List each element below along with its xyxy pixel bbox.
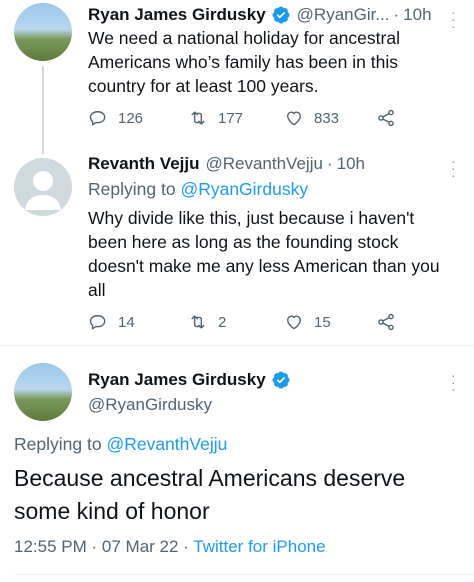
reply-button[interactable]: 126 — [88, 108, 143, 128]
like-button[interactable]: 15 — [284, 312, 331, 332]
replying-to: Replying to @RyanGirdusky — [88, 177, 458, 201]
tweet3-text: Because ancestral Americans deserve some… — [14, 465, 406, 524]
tweet3-meta: 12:55 PM · 07 Mar 22 · Twitter for iPhon… — [14, 537, 464, 557]
reply-count: 126 — [118, 109, 144, 127]
share-icon — [376, 312, 406, 332]
tweet1-actions: 126 177 833 — [88, 108, 418, 132]
thread-line — [42, 66, 44, 154]
tweet2-actions: 14 2 15 — [88, 312, 418, 336]
tweet-time[interactable]: 10h — [337, 154, 365, 174]
avatar-ryan[interactable] — [14, 363, 72, 421]
tweet-time[interactable]: 10h — [403, 5, 431, 25]
replying-to-prefix: Replying to — [14, 434, 102, 454]
like-count: 15 — [314, 313, 331, 331]
tweet-source-link[interactable]: Twitter for iPhone — [193, 537, 325, 556]
reply-count: 14 — [118, 313, 135, 331]
default-avatar-icon — [25, 171, 61, 210]
divider — [0, 345, 474, 346]
reply-button[interactable]: 14 — [88, 312, 135, 332]
like-button[interactable]: 833 — [284, 108, 339, 128]
replying-to: Replying to @RevanthVejju — [14, 432, 454, 456]
tweet-date[interactable]: 07 Mar 22 — [102, 537, 179, 556]
retweet-button[interactable]: 177 — [188, 108, 243, 128]
tweet2-text: Why divide like this, just because i hav… — [88, 208, 440, 300]
author-handle[interactable]: @RyanGirdusky — [88, 395, 212, 415]
author-handle[interactable]: @RevanthVejju — [205, 154, 322, 174]
retweet-icon — [188, 108, 218, 128]
share-icon — [376, 108, 406, 128]
replying-to-link[interactable]: @RyanGirdusky — [180, 179, 308, 199]
avatar-ryan[interactable] — [14, 3, 72, 61]
retweet-button[interactable]: 2 — [188, 312, 226, 332]
author-name[interactable]: Ryan James Girdusky — [88, 5, 266, 25]
verified-badge-icon — [271, 370, 291, 390]
replying-to-prefix: Replying to — [88, 179, 176, 199]
verified-badge-icon — [271, 5, 291, 25]
tweet1-text: We need a national holiday for ancestral… — [88, 28, 400, 96]
author-handle[interactable]: @RyanGir... — [297, 5, 390, 25]
tweet3-header: Ryan James Girdusky — [88, 368, 428, 392]
tweet2-header: Revanth Vejju @RevanthVejju · 10h — [88, 152, 458, 176]
share-button[interactable] — [376, 312, 406, 332]
retweet-icon — [188, 312, 218, 332]
tweet-time[interactable]: 12:55 PM — [14, 537, 87, 556]
retweet-count: 2 — [218, 313, 227, 331]
heart-icon — [284, 108, 314, 128]
separator-dot: · — [326, 154, 333, 173]
like-count: 833 — [314, 109, 340, 127]
author-name[interactable]: Revanth Vejju — [88, 154, 199, 174]
retweet-count: 177 — [218, 109, 244, 127]
reply-icon — [88, 108, 118, 128]
reply-icon — [88, 312, 118, 332]
divider — [14, 574, 474, 575]
author-name[interactable]: Ryan James Girdusky — [88, 370, 266, 390]
share-button[interactable] — [376, 108, 406, 128]
tweet1-header: Ryan James Girdusky @RyanGir... · 10h — [88, 3, 468, 27]
separator-dot: · — [393, 5, 400, 24]
separator-dot: · — [91, 537, 98, 556]
avatar-revanth[interactable] — [14, 158, 72, 216]
more-vertical-icon[interactable]: · · · — [451, 154, 456, 182]
replying-to-link[interactable]: @RevanthVejju — [106, 434, 227, 454]
more-vertical-icon[interactable]: · · · — [451, 368, 456, 396]
separator-dot: · — [183, 537, 189, 556]
heart-icon — [284, 312, 314, 332]
